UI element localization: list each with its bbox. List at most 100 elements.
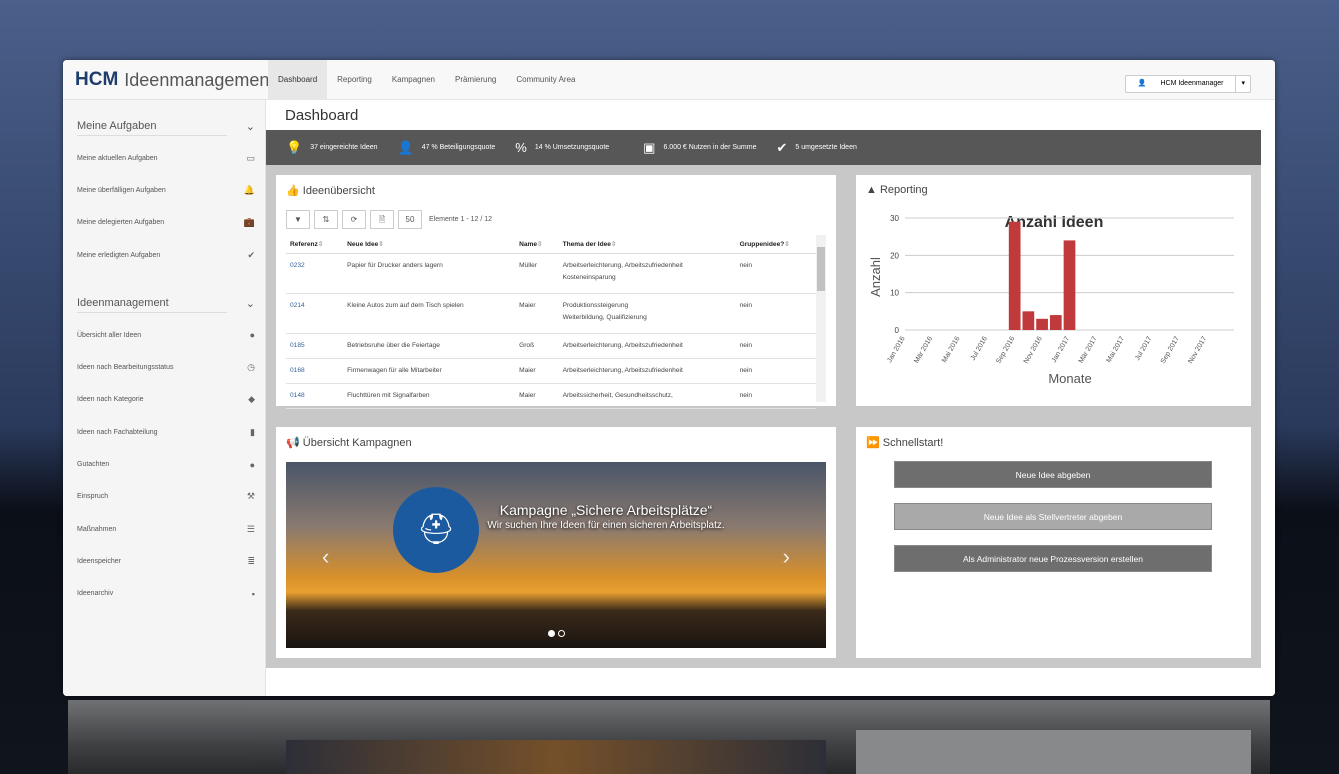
nav-community-area[interactable]: Community Area <box>506 60 585 100</box>
table-cell: Fluchttüren mit Signalfarben <box>343 383 516 409</box>
campaigns-panel: 📢 Übersicht Kampagnen ⛑ Kampagne „Sicher… <box>276 427 836 658</box>
app-window: HCM Ideenmanagement Dashboard Reporting K… <box>63 60 1275 696</box>
chevron-left-icon[interactable]: ‹ <box>322 544 329 570</box>
table-cell: Arbeitssicherheit, Gesundheitsschutz, <box>558 383 736 409</box>
table-cell[interactable]: 0232 <box>286 253 344 294</box>
new-idea-proxy-button[interactable]: Neue Idee als Stellvertreter abgeben <box>894 503 1212 530</box>
sidebar-item[interactable]: Meine aktuellen Aufgaben ▭ <box>63 142 265 174</box>
table-cell: nein <box>735 293 816 334</box>
sidebar-item[interactable]: Meine erledigten Aufgaben ✔ <box>63 239 265 271</box>
panel-title: Schnellstart! <box>882 437 944 449</box>
top-navbar: HCM Ideenmanagement Dashboard Reporting K… <box>63 60 1275 100</box>
table-row[interactable]: 0214 Kleine Autos zum auf dem Tisch spiel… <box>286 293 816 334</box>
sidebar-item[interactable]: Maßnahmen ☰ <box>63 513 265 545</box>
bar <box>1022 311 1035 330</box>
column-header[interactable]: Name⇳ <box>515 235 559 254</box>
gavel-icon: ⚒ <box>246 491 255 502</box>
table-cell[interactable]: 0168 <box>286 358 344 384</box>
table-row[interactable]: 0232 Papier für Drucker anders lagern Müll… <box>286 253 816 294</box>
user-icon: 👤 <box>397 139 414 155</box>
column-header[interactable]: Gruppenidee?⇳ <box>735 235 816 254</box>
briefcase-icon: 💼 <box>243 217 255 228</box>
safety-equipment-icon: ⛑ <box>393 487 479 573</box>
table-cell: Müller <box>515 253 559 294</box>
new-idea-button[interactable]: Neue Idee abgeben <box>894 461 1212 488</box>
table-cell[interactable]: 0185 <box>286 333 344 359</box>
nav-dashboard[interactable]: Dashboard <box>268 60 328 100</box>
sidebar-item[interactable]: Meine delegierten Aufgaben 💼 <box>63 207 265 239</box>
caret-down-icon[interactable]: ▾ <box>1235 76 1250 92</box>
dashboard-grid: 👍 Ideenübersicht ▼ ⇅ ⟳ 🗎 50 Elemente 1 -… <box>266 165 1261 668</box>
sidebar-item[interactable]: Einspruch ⚒ <box>63 481 265 513</box>
carousel-dot[interactable] <box>558 630 565 637</box>
refresh-button[interactable]: ⟳ <box>342 210 366 229</box>
y-tick-label: 10 <box>890 289 899 298</box>
bullhorn-icon: 📢 <box>286 437 300 449</box>
sidebar-item[interactable]: Ideenspeicher ≣ <box>63 545 265 577</box>
chevron-down-icon[interactable]: ⌄ <box>246 297 255 313</box>
inbox-icon: ▭ <box>246 152 255 163</box>
sidebar-item[interactable]: Ideen nach Kategorie ◆ <box>63 384 265 416</box>
quickstart-panel: ⏩ Schnellstart! Neue Idee abgeben Neue I… <box>856 427 1251 658</box>
chevron-down-icon[interactable]: ⌄ <box>246 120 255 136</box>
column-header[interactable]: Neue Idee⇳ <box>343 235 516 254</box>
bar <box>1049 315 1062 330</box>
x-tick-label: Jul 2016 <box>970 335 989 362</box>
table-row[interactable]: 0185 Betriebsruhe über die Feiertage Groß A… <box>286 333 816 359</box>
table-cell: Produktionssteigerung Weiterbildung, Qua… <box>558 293 736 334</box>
tags-icon: ◆ <box>248 394 255 405</box>
money-icon: ▣ <box>643 139 656 155</box>
table-cell: Arbeitserleichterung, Arbeitszufriedenhe… <box>558 358 736 384</box>
column-header[interactable]: Referenz⇳ <box>286 235 344 254</box>
y-tick-label: 20 <box>890 251 899 260</box>
table-scrollbar[interactable] <box>816 235 826 402</box>
sidebar: Meine Aufgaben ⌄ Meine aktuellen Aufgaben ▭… <box>63 100 266 696</box>
table-cell: nein <box>735 383 816 409</box>
carousel-dot[interactable] <box>548 630 555 637</box>
ideas-panel: 👍 Ideenübersicht ▼ ⇅ ⟳ 🗎 50 Elemente 1 -… <box>276 175 836 409</box>
sort-button[interactable]: ⇅ <box>314 210 338 229</box>
globe-icon: ● <box>249 330 255 341</box>
table-cell: Betriebsruhe über die Feiertage <box>343 333 516 359</box>
nav-praemierung[interactable]: Prämierung <box>445 60 506 100</box>
sidebar-item[interactable]: Gutachten ● <box>63 448 265 480</box>
table-cell: nein <box>735 358 816 384</box>
clock-icon: ◷ <box>247 362 255 373</box>
new-process-version-button[interactable]: Als Administrator neue Prozessversion er… <box>894 545 1212 572</box>
nav-kampagnen[interactable]: Kampagnen <box>382 60 445 100</box>
x-tick-label: Sep 2017 <box>1160 335 1181 365</box>
page-size-button[interactable]: 50 <box>398 210 422 229</box>
list-icon: ☰ <box>246 523 255 534</box>
table-cell[interactable]: 0148 <box>286 383 344 409</box>
bell-icon: 🔔 <box>243 184 255 195</box>
x-tick-label: Mär 2017 <box>1078 335 1099 364</box>
filter-button[interactable]: ▼ <box>286 210 310 229</box>
slide-title: Kampagne „Sichere Arbeitsplätze“ <box>499 502 713 518</box>
x-tick-label: Mai 2016 <box>941 335 962 364</box>
sidebar-section-header[interactable]: Meine Aufgaben ⌄ <box>77 100 255 142</box>
circle-icon: ● <box>249 459 255 470</box>
table-cell[interactable]: 0214 <box>286 293 344 334</box>
building-icon: ▮ <box>250 426 255 437</box>
nav-reporting[interactable]: Reporting <box>327 60 382 100</box>
table-row[interactable]: 0168 Firmenwagen für alle Mitarbeiter Maie… <box>286 358 816 384</box>
brand[interactable]: HCM Ideenmanagement <box>75 69 274 91</box>
sidebar-item[interactable]: Ideen nach Fachabteilung ▮ <box>63 416 265 448</box>
export-button[interactable]: 🗎 <box>370 210 394 229</box>
sidebar-item[interactable]: Übersicht aller Ideen ● <box>63 319 265 351</box>
sidebar-item[interactable]: Ideenarchiv ▪ <box>63 578 265 610</box>
thumbs-up-icon: 👍 <box>286 185 300 197</box>
x-tick-label: Nov 2017 <box>1187 335 1208 365</box>
reflection <box>68 700 1270 774</box>
sidebar-item[interactable]: Ideen nach Bearbeitungsstatus ◷ <box>63 351 265 383</box>
y-tick-label: 0 <box>895 326 900 335</box>
table-row[interactable]: 0148 Fluchttüren mit Signalfarben Maier Arb… <box>286 383 816 409</box>
user-icon: 👤 <box>1137 80 1147 87</box>
sidebar-section-header[interactable]: Ideenmanagement ⌄ <box>77 271 255 319</box>
chevron-right-icon[interactable]: › <box>783 544 790 570</box>
column-header[interactable]: Thema der Idee⇳ <box>558 235 736 254</box>
bar <box>1008 221 1021 330</box>
x-tick-label: Mai 2017 <box>1106 335 1127 364</box>
sidebar-item[interactable]: Meine überfälligen Aufgaben 🔔 <box>63 174 265 206</box>
user-menu-button[interactable]: 👤 HCM Ideenmanager ▾ <box>1124 75 1251 93</box>
